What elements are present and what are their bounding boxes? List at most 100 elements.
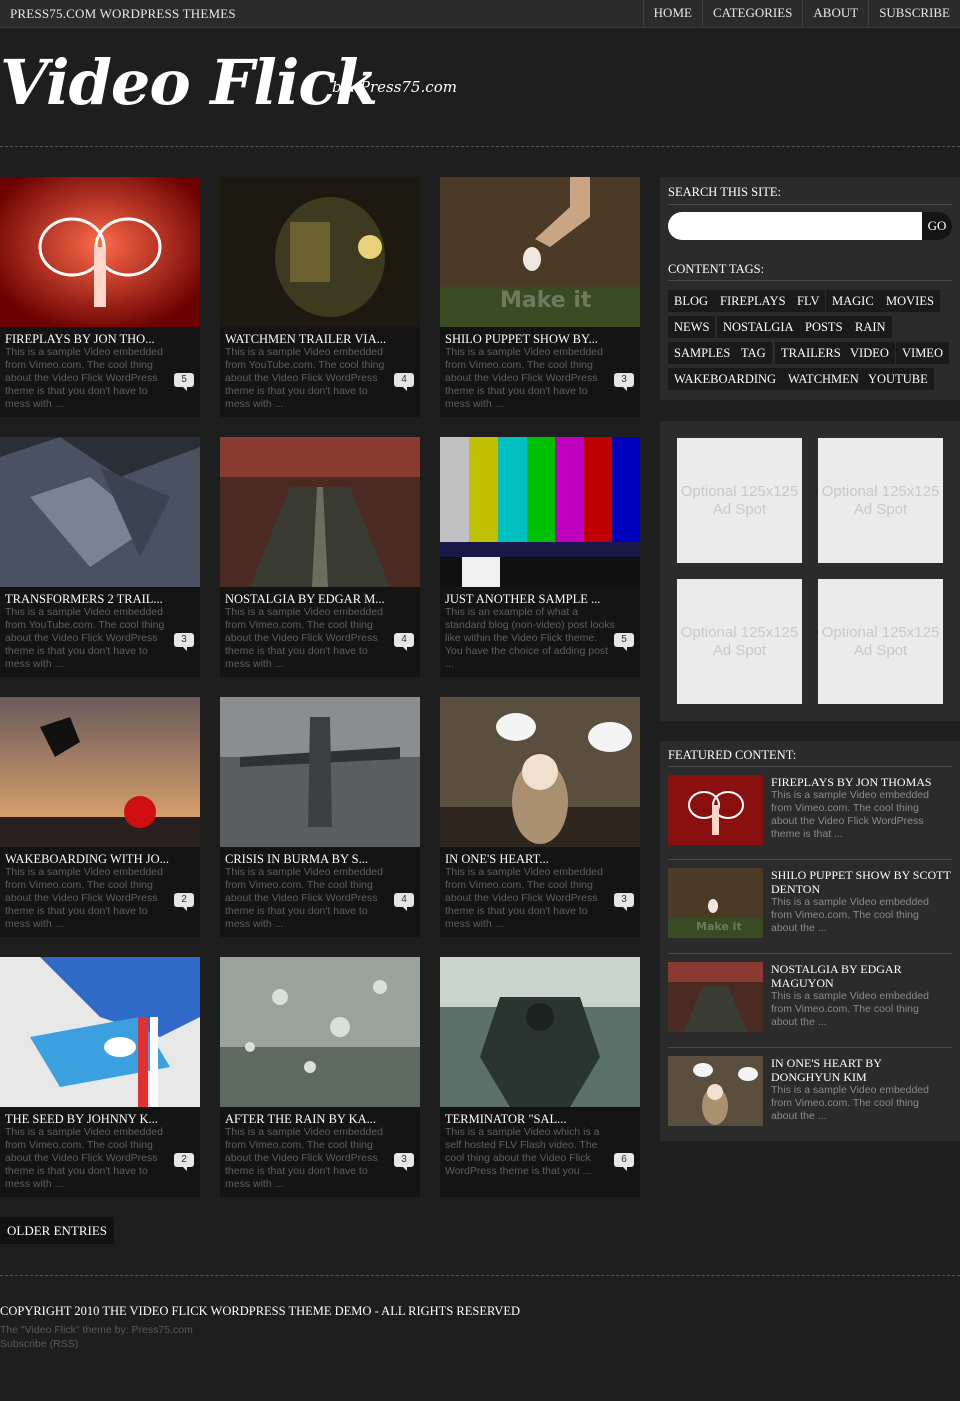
post-card[interactable]: THE SEED BY JOHNNY K... This is a sample… <box>0 957 200 1197</box>
post-thumbnail-terminator[interactable] <box>440 957 640 1107</box>
post-thumbnail-in-ones-heart[interactable] <box>440 697 640 847</box>
tag-youtube[interactable]: YOUTUBE <box>862 368 934 390</box>
comment-count[interactable]: 4 <box>394 373 414 391</box>
post-card[interactable]: TERMINATOR "SAL... This is a sample Vide… <box>440 957 640 1197</box>
tag-flv[interactable]: FLV <box>791 290 826 312</box>
comment-count[interactable]: 4 <box>394 893 414 911</box>
top-nav: HOME CATEGORIES ABOUT SUBSCRIBE <box>642 0 960 27</box>
featured-thumbnail[interactable] <box>668 962 763 1032</box>
post-thumbnail-wakeboarding[interactable] <box>0 697 200 847</box>
logo-title: Video Flick <box>0 46 378 119</box>
tag-fireplays[interactable]: FIREPLAYS <box>714 290 792 312</box>
post-thumbnail-watchmen[interactable] <box>220 177 420 327</box>
post-title[interactable]: TERMINATOR "SAL... <box>445 1112 637 1127</box>
tag-nostalgia[interactable]: NOSTALGIA <box>717 316 800 338</box>
featured-heading: FEATURED CONTENT: <box>668 748 797 762</box>
comment-count[interactable]: 3 <box>394 1153 414 1171</box>
footer-theme-credit[interactable]: The "Video Flick" theme by: Press75.com <box>0 1324 193 1336</box>
tag-movies[interactable]: MOVIES <box>880 290 940 312</box>
post-excerpt: This is a sample Video embedded from Vim… <box>5 1126 163 1190</box>
comment-count[interactable]: 2 <box>174 893 194 911</box>
tag-video[interactable]: VIDEO <box>844 342 895 364</box>
older-entries-link[interactable]: OLDER ENTRIES <box>0 1217 115 1244</box>
post-card[interactable]: AFTER THE RAIN BY KA... This is a sample… <box>220 957 420 1197</box>
ad-spot-1[interactable]: Optional 125x125 Ad Spot <box>677 438 802 563</box>
post-thumbnail-colorbars[interactable] <box>440 437 640 587</box>
tag-trailers[interactable]: TRAILERS <box>775 342 847 364</box>
featured-title[interactable]: IN ONE'S HEART BY DONGHYUN KIM <box>771 1056 951 1084</box>
featured-thumbnail[interactable] <box>668 1056 763 1126</box>
post-card[interactable]: FIREPLAYS BY JON THO... This is a sample… <box>0 177 200 417</box>
post-card[interactable]: CRISIS IN BURMA BY S... This is a sample… <box>220 697 420 937</box>
tag-blog[interactable]: BLOG <box>668 290 715 312</box>
post-thumbnail-nostalgia[interactable] <box>220 437 420 587</box>
tag-rain[interactable]: RAIN <box>849 316 892 338</box>
featured-excerpt: This is a sample Video embedded from Vim… <box>771 1084 929 1122</box>
ad-spot-2[interactable]: Optional 125x125 Ad Spot <box>818 438 943 563</box>
post-card[interactable]: WAKEBOARDING WITH JO... This is a sample… <box>0 697 200 937</box>
post-excerpt: This is a sample Video embedded from Vim… <box>445 346 603 410</box>
tag-tag[interactable]: TAG <box>735 342 772 364</box>
tag-vimeo[interactable]: VIMEO <box>896 342 949 364</box>
footer-rss-link[interactable]: Subscribe (RSS) <box>0 1338 78 1350</box>
comment-count[interactable]: 3 <box>174 633 194 651</box>
post-excerpt: This is a sample Video embedded from Vim… <box>225 1126 383 1190</box>
comment-count[interactable]: 6 <box>614 1153 634 1171</box>
comment-count[interactable]: 5 <box>614 633 634 651</box>
post-card[interactable]: NOSTALGIA BY EDGAR M... This is a sample… <box>220 437 420 677</box>
post-card[interactable]: TRANSFORMERS 2 TRAIL... This is a sample… <box>0 437 200 677</box>
post-title[interactable]: JUST ANOTHER SAMPLE ... <box>445 592 637 607</box>
nav-categories[interactable]: CATEGORIES <box>701 0 802 27</box>
featured-title[interactable]: SHILO PUPPET SHOW BY SCOTT DENTON <box>771 868 951 896</box>
post-thumbnail-after-the-rain[interactable] <box>220 957 420 1107</box>
featured-title[interactable]: NOSTALGIA BY EDGAR MAGUYON <box>771 962 951 990</box>
tag-wakeboarding[interactable]: WAKEBOARDING <box>668 368 783 390</box>
featured-title[interactable]: FIREPLAYS BY JON THOMAS <box>771 775 951 789</box>
footer-divider <box>0 1275 960 1276</box>
post-title[interactable]: THE SEED BY JOHNNY K... <box>5 1112 197 1127</box>
post-thumbnail-shilo[interactable]: Make it <box>440 177 640 327</box>
comment-count[interactable]: 5 <box>174 373 194 391</box>
comment-count[interactable]: 3 <box>614 373 634 391</box>
post-card[interactable]: Make it SHILO PUPPET SHOW BY... This is … <box>440 177 640 417</box>
comment-count[interactable]: 2 <box>174 1153 194 1171</box>
post-thumbnail-transformers[interactable] <box>0 437 200 587</box>
post-title[interactable]: WATCHMEN TRAILER VIA... <box>225 332 417 347</box>
ad-spot-3[interactable]: Optional 125x125 Ad Spot <box>677 579 802 704</box>
ad-spot-4[interactable]: Optional 125x125 Ad Spot <box>818 579 943 704</box>
search-input[interactable] <box>668 212 922 240</box>
comment-count[interactable]: 4 <box>394 633 414 651</box>
post-title[interactable]: NOSTALGIA BY EDGAR M... <box>225 592 417 607</box>
search-button[interactable]: GO <box>922 212 952 240</box>
post-thumbnail-the-seed[interactable] <box>0 957 200 1107</box>
svg-text:Make it: Make it <box>500 288 592 313</box>
site-name[interactable]: PRESS75.COM WORDPRESS THEMES <box>10 6 236 22</box>
post-card[interactable]: IN ONE'S HEART... This is a sample Video… <box>440 697 640 937</box>
post-excerpt: This is a sample Video embedded from Vim… <box>445 866 603 930</box>
tag-news[interactable]: NEWS <box>668 316 716 338</box>
post-title[interactable]: AFTER THE RAIN BY KA... <box>225 1112 417 1127</box>
post-thumbnail-fireplays[interactable] <box>0 177 200 327</box>
post-title[interactable]: WAKEBOARDING WITH JO... <box>5 852 197 867</box>
post-thumbnail-burma[interactable] <box>220 697 420 847</box>
tag-watchmen[interactable]: WATCHMEN <box>782 368 865 390</box>
post-title[interactable]: TRANSFORMERS 2 TRAIL... <box>5 592 197 607</box>
nav-about[interactable]: ABOUT <box>802 0 868 27</box>
post-card[interactable]: WATCHMEN TRAILER VIA... This is a sample… <box>220 177 420 417</box>
nav-subscribe[interactable]: SUBSCRIBE <box>868 0 960 27</box>
logo-byline: by: Press75.com <box>332 78 457 96</box>
post-card[interactable]: JUST ANOTHER SAMPLE ... This is an examp… <box>440 437 640 677</box>
post-title[interactable]: SHILO PUPPET SHOW BY... <box>445 332 637 347</box>
sidebar-ads: Optional 125x125 Ad Spot Optional 125x12… <box>660 421 960 721</box>
tag-posts[interactable]: POSTS <box>799 316 849 338</box>
post-title[interactable]: CRISIS IN BURMA BY S... <box>225 852 417 867</box>
post-title[interactable]: IN ONE'S HEART... <box>445 852 637 867</box>
featured-thumbnail[interactable] <box>668 775 763 845</box>
comment-count[interactable]: 3 <box>614 893 634 911</box>
post-title[interactable]: FIREPLAYS BY JON THO... <box>5 332 197 347</box>
featured-thumbnail[interactable]: Make it <box>668 868 763 938</box>
tag-magic[interactable]: MAGIC <box>826 290 880 312</box>
nav-home[interactable]: HOME <box>642 0 702 27</box>
tag-samples[interactable]: SAMPLES <box>668 342 737 364</box>
featured-excerpt: This is a sample Video embedded from Vim… <box>771 990 929 1028</box>
